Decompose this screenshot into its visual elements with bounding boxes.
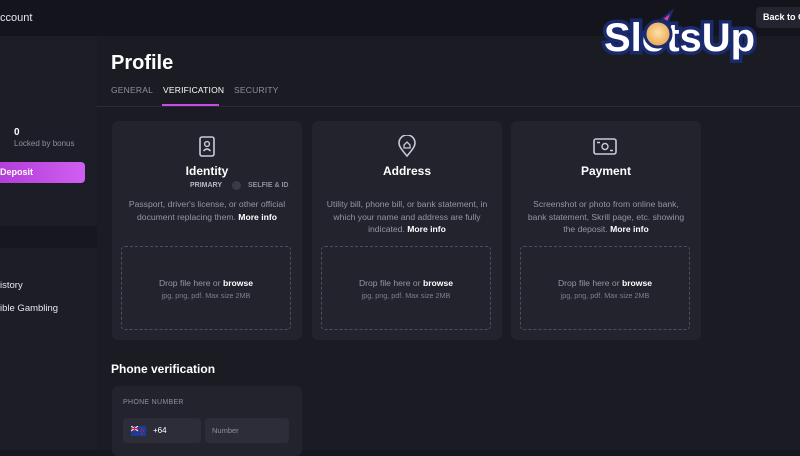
doc-type-toggle[interactable]: [232, 181, 241, 190]
drop-text-label: Drop file here or: [158, 278, 221, 288]
country-code-value: +64: [153, 426, 167, 435]
card-description: Utility bill, phone bill, or bank statem…: [324, 198, 490, 236]
brand-text: SlotsUp: [604, 16, 755, 60]
drop-text-label: Drop file here or: [358, 278, 421, 288]
location-home-icon: [398, 135, 416, 158]
id-card-icon: [199, 136, 215, 157]
sidebar-item-responsible-gambling[interactable]: ible Gambling: [0, 303, 58, 314]
tab-verification[interactable]: VERIFICATION: [163, 85, 224, 95]
drop-text: Drop file here or browse: [521, 278, 689, 288]
sidebar-nav-panel: [0, 248, 97, 450]
browse-link[interactable]: browse: [223, 278, 253, 288]
locked-bonus-value: 0: [14, 127, 20, 138]
card-title: Identity: [185, 164, 229, 178]
drop-text: Drop file here or browse: [322, 278, 490, 288]
phone-verification-card: PHONE NUMBER +64: [112, 386, 302, 456]
card-description-text: Screenshot or photo from online bank, ba…: [527, 199, 685, 234]
doc-type-primary[interactable]: PRIMARY: [190, 182, 222, 189]
doc-type-selfie[interactable]: SELFIE & ID: [248, 182, 288, 189]
tab-general[interactable]: GENERAL: [111, 85, 153, 95]
more-info-link[interactable]: More info: [407, 224, 446, 234]
card-title: Payment: [580, 164, 632, 178]
file-dropzone[interactable]: Drop file here or browse jpg, png, pdf. …: [121, 246, 291, 330]
file-hint: jpg, png, pdf. Max size 2MB: [161, 291, 251, 300]
more-info-link[interactable]: More info: [610, 224, 649, 234]
tab-security[interactable]: SECURITY: [234, 85, 279, 95]
sidebar-item-history[interactable]: istory: [0, 280, 23, 291]
file-dropzone[interactable]: Drop file here or browse jpg, png, pdf. …: [520, 246, 690, 330]
phone-number-input[interactable]: [205, 418, 289, 443]
locked-bonus-label: Locked by bonus: [14, 139, 75, 148]
drop-text-label: Drop file here or: [557, 278, 620, 288]
tabs-divider: [97, 106, 800, 107]
card-description: Screenshot or photo from online bank, ba…: [523, 198, 689, 236]
file-hint: jpg, png, pdf. Max size 2MB: [361, 291, 451, 300]
payment-card-icon: [593, 138, 617, 155]
page-title: Profile: [111, 52, 174, 74]
slotsup-logo: SlotsUp: [601, 9, 759, 64]
card-title: Address: [382, 164, 432, 178]
file-dropzone[interactable]: Drop file here or browse jpg, png, pdf. …: [321, 246, 491, 330]
identity-card: Identity PRIMARY SELFIE & ID Passport, d…: [112, 121, 302, 340]
browse-link[interactable]: browse: [423, 278, 453, 288]
account-title: ccount: [0, 12, 33, 24]
country-code-select[interactable]: +64: [123, 418, 201, 443]
payment-card: Payment Screenshot or photo from online …: [511, 121, 701, 340]
phone-verification-title: Phone verification: [111, 362, 216, 376]
new-zealand-flag-icon: [131, 426, 146, 436]
phone-number-label: PHONE NUMBER: [123, 399, 184, 406]
deposit-button[interactable]: Deposit: [0, 162, 85, 183]
more-info-link[interactable]: More info: [238, 212, 277, 222]
rocket-planet-icon: [643, 19, 673, 49]
browse-link[interactable]: browse: [622, 278, 652, 288]
address-card: Address Utility bill, phone bill, or ban…: [312, 121, 502, 340]
card-description: Passport, driver's license, or other off…: [124, 198, 290, 223]
file-hint: jpg, png, pdf. Max size 2MB: [560, 291, 650, 300]
drop-text: Drop file here or browse: [122, 278, 290, 288]
